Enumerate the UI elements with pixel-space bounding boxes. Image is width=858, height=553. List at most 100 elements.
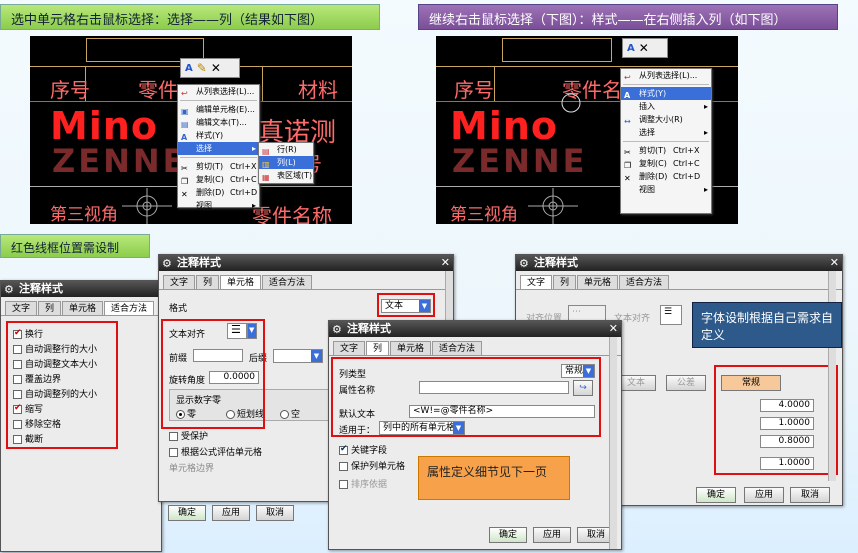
menu-r-cut[interactable]: ✂ 剪切(T) Ctrl+X: [621, 144, 711, 157]
submenu-item-row[interactable]: ▤ 行(R): [259, 143, 313, 156]
text-style-icon-right[interactable]: A: [627, 43, 635, 54]
apply-button-3[interactable]: 应用: [533, 527, 571, 543]
dlg3-scrollbar[interactable]: [609, 337, 617, 549]
suffix-select[interactable]: ▼: [273, 349, 323, 363]
callout-font: 字体设制根据自己需求自定义: [692, 302, 842, 348]
context-menu-left: ↩ 从列表选择(L)... ▣ 编辑单元格(E)... ▤ 编辑文本(T)... A样…: [177, 84, 260, 210]
close-icon[interactable]: ✕: [211, 61, 221, 75]
banner-step1: 选中单元格右击鼠标选择：选择——列（结果如下图）: [0, 4, 380, 30]
cad-partname: 零件名称: [252, 204, 332, 224]
tab-column-2[interactable]: 列: [196, 275, 220, 289]
check-formula[interactable]: 根据公式评估单元格: [169, 445, 262, 458]
banner-red-frame-note: 红色线框位置需设制: [0, 234, 150, 258]
tab-fit-3[interactable]: 适合方法: [432, 341, 483, 355]
dialog-title-3: 注释样式: [347, 322, 391, 335]
text-style-icon[interactable]: A: [185, 63, 193, 74]
ok-button-3[interactable]: 确定: [489, 527, 527, 543]
submenu-item-column[interactable]: ▥ 列(L): [259, 156, 313, 169]
menu-r-select[interactable]: 选择 ▸: [621, 126, 711, 139]
gear-icon: ⚙: [4, 283, 14, 296]
submenu-item-table-region[interactable]: ▦ 表区域(T): [259, 169, 313, 182]
cad-seq: 序号: [50, 78, 90, 102]
callout-attr: 属性定义细节见下一页: [418, 456, 570, 500]
red-highlight-format: [377, 293, 435, 317]
cad-material: 材料: [298, 78, 338, 102]
cad-logo-zenne: ZENNE: [52, 142, 188, 180]
banner-step2: 继续右击鼠标选择（下图）：样式——在右侧插入列（如下图）: [418, 4, 838, 30]
dialog-title: 注释样式: [19, 282, 63, 295]
gear-icon-4: ⚙: [519, 257, 529, 270]
pointer-circle: [561, 93, 581, 113]
context-menu-right: ↩ 从列表选择(L)... A 样式(Y) 插入 ▸ ↔ 调整大小(R) 选择 ▸ ✂ 剪切…: [620, 68, 712, 214]
gear-icon-2: ⚙: [162, 257, 172, 270]
menu-r-insert[interactable]: 插入 ▸: [621, 100, 711, 113]
menu-item-view[interactable]: 视图 ▸: [178, 199, 259, 212]
menu-item-edit-text[interactable]: ▤ 编辑文本(T)...: [178, 116, 259, 129]
cad-right-view: 第三视角: [450, 205, 518, 224]
projection-symbol-right: [528, 188, 578, 224]
menu-item-cut[interactable]: ✂ 剪切(T) Ctrl+X: [178, 160, 259, 173]
menu-r-select-from-list[interactable]: ↩ 从列表选择(L)...: [621, 69, 711, 82]
menu-r-delete[interactable]: ✕ 删除(D) Ctrl+D: [621, 170, 711, 183]
menu-item-style[interactable]: A 样式(Y): [178, 129, 259, 142]
apply-button-1[interactable]: 应用: [212, 505, 250, 521]
close-icon-right[interactable]: ✕: [639, 41, 649, 55]
menu-r-copy[interactable]: ❐ 复制(C) Ctrl+C: [621, 157, 711, 170]
tab-cell-3[interactable]: 单元格: [390, 341, 432, 355]
border-label: 单元格边界: [169, 464, 215, 474]
submenu-select: ▤ 行(R) ▥ 列(L) ▦ 表区域(T): [258, 142, 314, 184]
check-protect-col[interactable]: 保护列单元格: [339, 459, 405, 472]
tab-column-4[interactable]: 列: [553, 275, 577, 289]
check-sort[interactable]: 排序依据: [339, 477, 387, 490]
red-highlight-cell: [161, 319, 265, 429]
apply-button-4[interactable]: 应用: [744, 487, 784, 503]
check-key-field[interactable]: 关键字段: [339, 443, 387, 456]
red-highlight-font: [714, 365, 838, 475]
tab-cell-2[interactable]: 单元格: [220, 275, 262, 289]
tab-column[interactable]: 列: [38, 301, 62, 315]
dialog-annotation-style-3: ⚙ 注释样式 ✕ 文字 列 单元格 适合方法 列类型 常规 ▼ 属性名称 ↪ 默认文本…: [328, 320, 622, 550]
menu-r-style[interactable]: A 样式(Y): [621, 87, 711, 100]
menu-item-select[interactable]: 选择 ▸: [178, 142, 259, 155]
cad-right-seq: 序号: [454, 78, 494, 102]
ok-button-4[interactable]: 确定: [696, 487, 736, 503]
tolerance-button[interactable]: 公差: [666, 375, 706, 391]
close-icon-dlg3[interactable]: ✕: [609, 321, 618, 337]
menu-item-edit-cell[interactable]: ▣ 编辑单元格(E)...: [178, 103, 259, 116]
red-highlight-box-1: [6, 321, 118, 449]
dialog-title-4: 注释样式: [534, 256, 578, 269]
dialog-annotation-style-1: ⚙注释样式 文字 列 单元格 适合方法 换行 自动调整行的大小 自动调整文本大小…: [0, 280, 162, 552]
text-button[interactable]: 文本: [616, 375, 656, 391]
format-label: 格式: [169, 304, 188, 314]
cad-right-logo-zenne: ZENNE: [452, 142, 588, 180]
menu-item-copy[interactable]: ❐ 复制(C) Ctrl+C: [178, 173, 259, 186]
check-protect[interactable]: 受保护: [169, 429, 208, 442]
tab-cell[interactable]: 单元格: [62, 301, 104, 315]
tab-text-4[interactable]: 文字: [520, 275, 553, 289]
tab-fit-2[interactable]: 适合方法: [262, 275, 313, 289]
ok-button-1b[interactable]: 确定: [168, 505, 206, 521]
menu-r-view[interactable]: 视图 ▸: [621, 183, 711, 196]
tab-text-3[interactable]: 文字: [333, 341, 366, 355]
tab-text[interactable]: 文字: [5, 301, 38, 315]
zero-radio-blank[interactable]: 空: [280, 407, 300, 420]
close-icon-dlg2[interactable]: ✕: [441, 255, 450, 271]
projection-symbol: [122, 188, 172, 224]
red-highlight-column: [331, 357, 601, 437]
dialog-title-2: 注释样式: [177, 256, 221, 269]
tab-cell-4[interactable]: 单元格: [577, 275, 619, 289]
gear-icon-3: ⚙: [332, 323, 342, 336]
cancel-button-4[interactable]: 取消: [790, 487, 830, 503]
tab-fit-4[interactable]: 适合方法: [619, 275, 670, 289]
mini-toolbar-right: A ✕: [622, 38, 668, 58]
tab-column-3[interactable]: 列: [366, 341, 390, 355]
tab-text-2[interactable]: 文字: [163, 275, 196, 289]
close-icon-dlg4[interactable]: ✕: [830, 255, 839, 271]
text-align-select[interactable]: ☰: [660, 305, 682, 325]
tab-fit[interactable]: 适合方法: [104, 301, 155, 315]
menu-item-delete[interactable]: ✕ 删除(D) Ctrl+D: [178, 186, 259, 199]
menu-item-select-from-list[interactable]: ↩ 从列表选择(L)...: [178, 85, 259, 98]
menu-r-resize[interactable]: ↔ 调整大小(R): [621, 113, 711, 126]
edit-icon[interactable]: ✎: [197, 61, 207, 75]
cancel-button-1[interactable]: 取消: [256, 505, 294, 521]
